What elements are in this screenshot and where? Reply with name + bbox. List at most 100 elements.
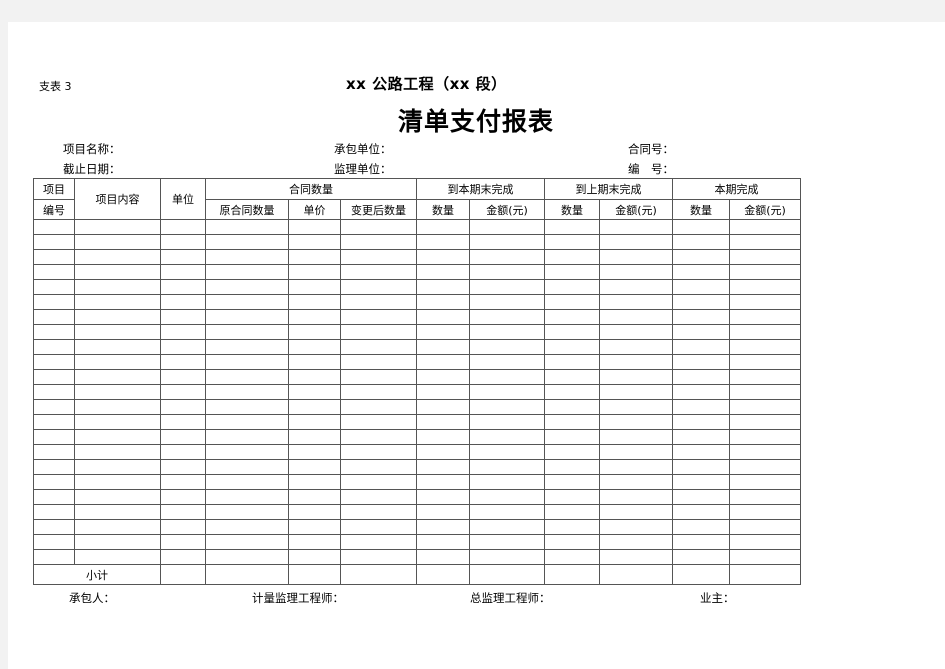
table-cell[interactable]	[340, 399, 417, 415]
table-cell[interactable]	[544, 519, 600, 535]
table-cell[interactable]	[672, 504, 730, 520]
table-cell[interactable]	[544, 354, 600, 370]
table-cell[interactable]	[205, 384, 289, 400]
subtotal-cell[interactable]	[160, 564, 206, 585]
table-cell[interactable]	[469, 249, 545, 265]
table-cell[interactable]	[544, 339, 600, 355]
table-cell[interactable]	[469, 444, 545, 460]
table-cell[interactable]	[205, 369, 289, 385]
table-cell[interactable]	[469, 264, 545, 280]
table-cell[interactable]	[288, 309, 341, 325]
table-cell[interactable]	[33, 534, 75, 550]
table-cell[interactable]	[729, 279, 801, 295]
table-cell[interactable]	[33, 264, 75, 280]
table-cell[interactable]	[288, 354, 341, 370]
table-cell[interactable]	[469, 504, 545, 520]
table-cell[interactable]	[74, 309, 161, 325]
table-cell[interactable]	[74, 399, 161, 415]
table-cell[interactable]	[416, 294, 470, 310]
table-cell[interactable]	[33, 219, 75, 235]
table-cell[interactable]	[74, 339, 161, 355]
table-cell[interactable]	[544, 279, 600, 295]
table-cell[interactable]	[160, 504, 206, 520]
table-cell[interactable]	[672, 519, 730, 535]
table-cell[interactable]	[74, 234, 161, 250]
table-cell[interactable]	[205, 474, 289, 490]
table-cell[interactable]	[160, 339, 206, 355]
table-cell[interactable]	[205, 504, 289, 520]
table-cell[interactable]	[672, 324, 730, 340]
table-cell[interactable]	[599, 429, 673, 445]
table-cell[interactable]	[205, 534, 289, 550]
table-cell[interactable]	[205, 234, 289, 250]
table-cell[interactable]	[729, 504, 801, 520]
table-cell[interactable]	[340, 549, 417, 565]
table-cell[interactable]	[288, 504, 341, 520]
table-cell[interactable]	[599, 444, 673, 460]
table-cell[interactable]	[288, 549, 341, 565]
table-cell[interactable]	[672, 249, 730, 265]
table-cell[interactable]	[469, 354, 545, 370]
table-cell[interactable]	[729, 249, 801, 265]
subtotal-cell[interactable]	[729, 564, 801, 585]
table-cell[interactable]	[599, 414, 673, 430]
subtotal-cell[interactable]	[544, 564, 600, 585]
table-cell[interactable]	[340, 339, 417, 355]
table-cell[interactable]	[33, 309, 75, 325]
table-cell[interactable]	[160, 309, 206, 325]
subtotal-cell[interactable]	[672, 564, 730, 585]
table-cell[interactable]	[544, 549, 600, 565]
table-cell[interactable]	[599, 219, 673, 235]
table-cell[interactable]	[160, 234, 206, 250]
table-cell[interactable]	[288, 414, 341, 430]
table-cell[interactable]	[288, 399, 341, 415]
table-cell[interactable]	[469, 534, 545, 550]
table-cell[interactable]	[416, 309, 470, 325]
table-cell[interactable]	[33, 249, 75, 265]
table-cell[interactable]	[33, 459, 75, 475]
table-cell[interactable]	[340, 354, 417, 370]
table-cell[interactable]	[205, 489, 289, 505]
table-cell[interactable]	[33, 444, 75, 460]
table-cell[interactable]	[74, 219, 161, 235]
table-cell[interactable]	[160, 429, 206, 445]
table-cell[interactable]	[469, 294, 545, 310]
table-cell[interactable]	[544, 309, 600, 325]
table-cell[interactable]	[416, 549, 470, 565]
table-cell[interactable]	[672, 234, 730, 250]
table-cell[interactable]	[469, 309, 545, 325]
table-cell[interactable]	[416, 249, 470, 265]
table-cell[interactable]	[599, 369, 673, 385]
table-cell[interactable]	[340, 504, 417, 520]
table-cell[interactable]	[33, 369, 75, 385]
table-cell[interactable]	[416, 384, 470, 400]
table-cell[interactable]	[288, 279, 341, 295]
table-cell[interactable]	[340, 474, 417, 490]
table-cell[interactable]	[729, 324, 801, 340]
table-cell[interactable]	[160, 264, 206, 280]
table-cell[interactable]	[33, 414, 75, 430]
table-cell[interactable]	[74, 489, 161, 505]
table-cell[interactable]	[672, 309, 730, 325]
table-cell[interactable]	[672, 489, 730, 505]
table-cell[interactable]	[74, 384, 161, 400]
table-cell[interactable]	[544, 474, 600, 490]
table-cell[interactable]	[599, 489, 673, 505]
subtotal-cell[interactable]	[340, 564, 417, 585]
table-cell[interactable]	[672, 549, 730, 565]
subtotal-cell[interactable]	[288, 564, 341, 585]
table-cell[interactable]	[544, 234, 600, 250]
table-cell[interactable]	[288, 339, 341, 355]
table-cell[interactable]	[288, 234, 341, 250]
table-cell[interactable]	[416, 414, 470, 430]
table-cell[interactable]	[416, 399, 470, 415]
table-cell[interactable]	[544, 429, 600, 445]
table-cell[interactable]	[469, 474, 545, 490]
table-cell[interactable]	[160, 474, 206, 490]
table-cell[interactable]	[160, 519, 206, 535]
table-cell[interactable]	[544, 384, 600, 400]
table-cell[interactable]	[416, 339, 470, 355]
table-cell[interactable]	[205, 294, 289, 310]
table-cell[interactable]	[33, 294, 75, 310]
table-cell[interactable]	[160, 369, 206, 385]
